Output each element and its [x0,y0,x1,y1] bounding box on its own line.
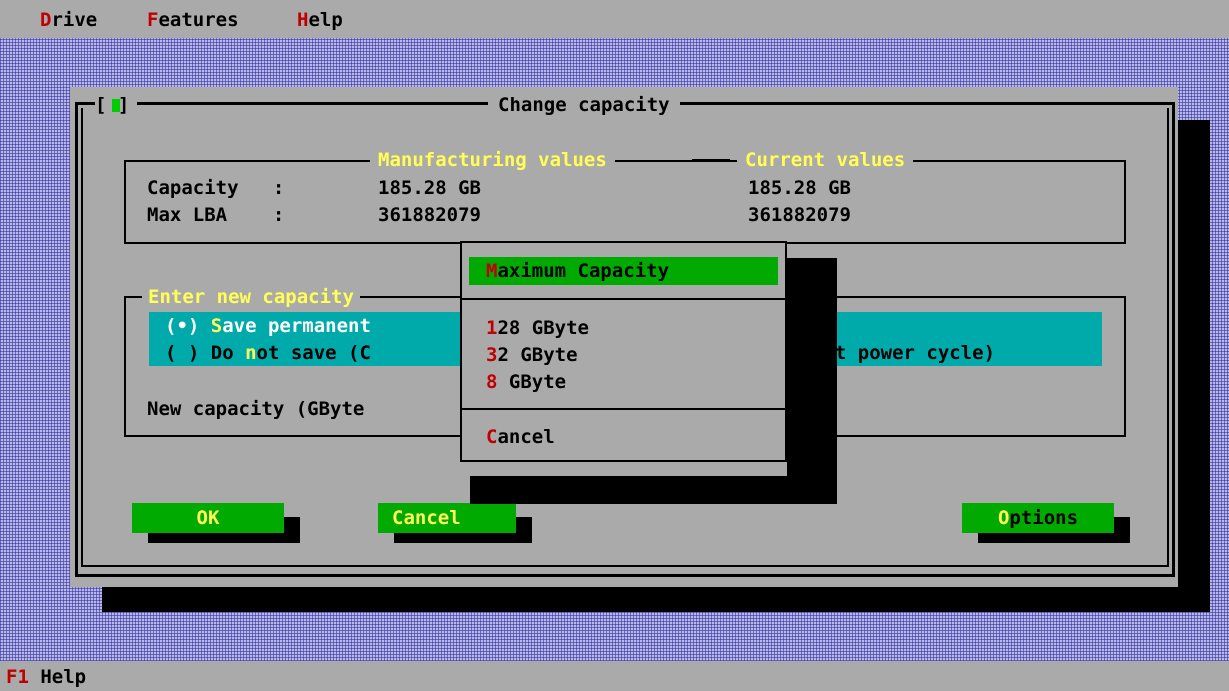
radio-do-not-save-label-tail: ext power cycle) [812,342,996,364]
radio-save-permanent-hotkey: S [210,315,223,337]
menu-features-hotkey: F [147,9,159,31]
popup-shadow-right [787,258,837,476]
menu-drive[interactable]: Drive [40,6,97,34]
capacity-label: Capacity : [147,177,285,199]
popup-shadow-bottom [470,476,837,504]
dialog-shadow-bottom [102,587,1210,612]
menu-item-cancel[interactable]: Cancel [486,423,555,451]
manufacturing-values-header: Manufacturing values [370,146,615,174]
radio-do-not-save-hotkey: n [245,342,257,364]
maxlba-current-value: 361882079 [748,204,851,226]
radio-save-permanent[interactable]: (•) Save permanent [165,312,371,340]
menu-item-cancel-hotkey: C [486,426,498,448]
options-button-hotkey: O [997,507,1010,529]
ok-button[interactable]: OK [132,503,284,533]
menu-features-label: eatures [158,9,239,31]
menu-item-maximum-capacity-hotkey: M [486,260,498,282]
menu-item-128gb-hotkey: 1 [486,317,498,339]
dialog-shadow-right [1178,120,1210,612]
radio-save-permanent-marker: (•) [165,315,211,337]
maxlba-manufacturing-value: 361882079 [378,204,481,226]
menu-item-cancel-label: ancel [497,426,555,448]
radio-do-not-save[interactable]: ( ) Do not save (C [165,339,371,367]
capacity-manufacturing-value: 185.28 GB [378,177,481,199]
maxlba-label: Max LBA : [147,204,285,226]
status-f1-key: F1 [6,666,29,688]
new-capacity-field-label: New capacity (GByte [147,398,365,420]
menu-item-8gb-hotkey: 8 [486,371,498,393]
header-separator [692,159,730,161]
dialog-title: Change capacity [488,91,680,119]
cancel-button[interactable]: Cancel [378,503,516,533]
menu-bar: Drive Features Help [0,0,1229,38]
menu-item-maximum-capacity-label: aximum Capacity [497,260,670,282]
menu-separator-bottom [462,408,785,410]
menu-drive-label: rive [51,9,98,31]
menu-features[interactable]: Features [147,6,239,34]
menu-help[interactable]: Help [297,6,343,34]
capacity-preset-menu: Maximum Capacity 128 GByte 32 GByte 8 GB… [460,241,787,462]
menu-item-8gb[interactable]: 8 GByte [486,368,566,396]
close-box[interactable]: [ ] [95,91,137,119]
menu-help-hotkey: H [297,9,309,31]
current-values-header: Current values [737,146,914,174]
options-button-label: ptions [1009,507,1079,529]
radio-do-not-save-label: ot save (C [256,342,371,364]
menu-item-128gb[interactable]: 128 GByte [486,314,589,342]
capacity-current-value: 185.28 GB [748,177,851,199]
menu-item-maximum-capacity[interactable]: Maximum Capacity [486,257,669,285]
status-bar: F1 Help [0,661,1229,691]
menu-drive-hotkey: D [40,9,52,31]
status-help-hint[interactable]: F1 Help [6,663,86,691]
status-help-label: Help [28,666,87,688]
new-capacity-legend: Enter new capacity [142,283,360,311]
menu-item-128gb-label: 28 GByte [497,317,589,339]
menu-item-8gb-label: GByte [497,371,567,393]
menu-item-32gb[interactable]: 32 GByte [486,341,578,369]
menu-separator-top [462,298,785,300]
radio-do-not-save-marker: ( ) Do [165,342,246,364]
options-button[interactable]: Options [962,503,1114,533]
close-icon [112,99,120,112]
menu-item-32gb-label: 2 GByte [497,344,578,366]
menu-help-label: elp [308,9,343,31]
radio-save-permanent-label: ave permanent [222,315,371,337]
menu-item-32gb-hotkey: 3 [486,344,498,366]
